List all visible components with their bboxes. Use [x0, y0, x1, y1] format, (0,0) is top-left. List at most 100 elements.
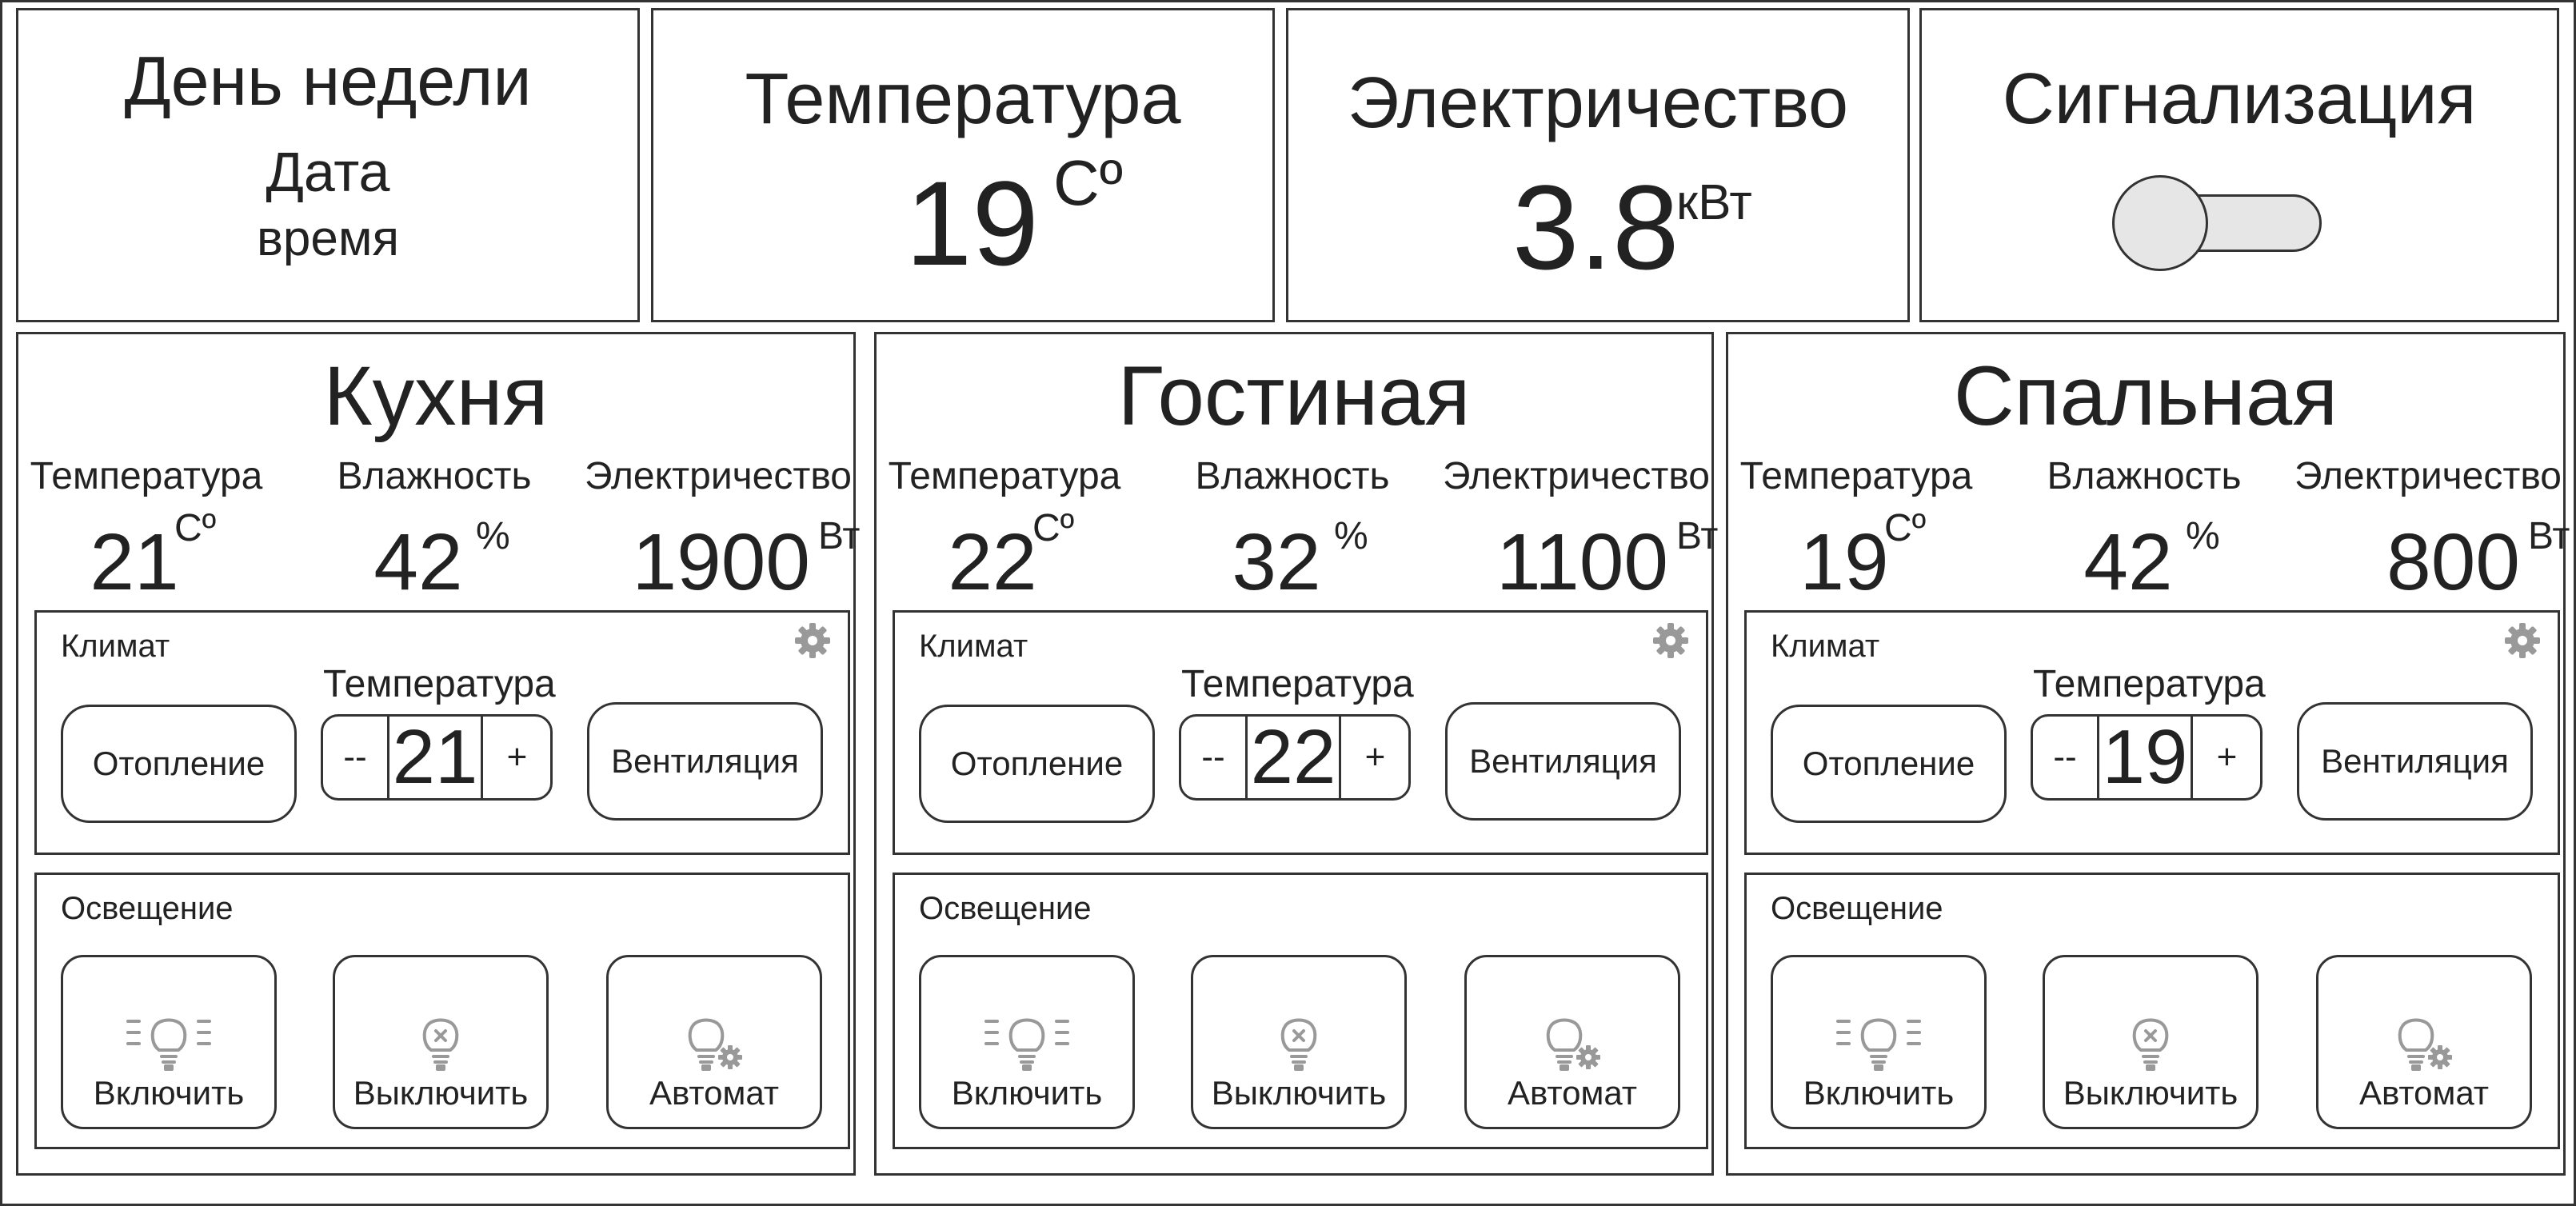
climate-section: Климат Температура Отопление -- 19 + Вен… [1744, 610, 2560, 855]
lightbulb-off-icon [2132, 1018, 2169, 1071]
room-power-value: 1900 [632, 517, 810, 607]
room-power-value: 1100 [1496, 517, 1668, 607]
room-humidity-value: 42 [373, 517, 463, 607]
room-panel: Кухня Температура Влажность Электричеств… [16, 332, 860, 1176]
room-humidity-label: Влажность [337, 455, 532, 497]
light-on-label: Включить [1803, 1074, 1955, 1112]
climate-section: Климат Температура Отопление -- 21 + Вен… [34, 610, 850, 855]
room-title: Кухня [323, 349, 549, 443]
lighting-section: Освещение Включить Выключить Автомат [893, 873, 1708, 1149]
light-on-button[interactable]: Включить [919, 955, 1135, 1129]
light-on-button[interactable]: Включить [1771, 955, 1987, 1129]
setpoint-decrease-button[interactable]: -- [323, 717, 387, 798]
room-power-value: 800 [2386, 517, 2520, 607]
room-power-unit: Вт [818, 515, 861, 557]
lighting-label: Освещение [1771, 891, 1943, 926]
electricity-panel: Электричество 3.8 кВт [1286, 8, 1910, 322]
climate-label: Климат [1771, 629, 1880, 664]
climate-section: Климат Температура Отопление -- 22 + Вен… [893, 610, 1708, 855]
light-on-label: Включить [93, 1074, 245, 1112]
lightbulb-auto-icon [1546, 1018, 1600, 1071]
light-auto-label: Автомат [649, 1074, 780, 1112]
lightbulb-on-icon [1836, 1018, 1921, 1071]
lightbulb-auto-icon [688, 1018, 742, 1071]
room-power-unit: Вт [2528, 515, 2570, 557]
light-auto-label: Автомат [2358, 1074, 2490, 1112]
lightbulb-off-icon [422, 1018, 459, 1071]
light-off-button[interactable]: Выключить [2043, 955, 2258, 1129]
lighting-label: Освещение [61, 891, 234, 926]
light-off-label: Выключить [1211, 1074, 1387, 1112]
room-temperature-label: Температура [1739, 455, 1973, 497]
light-auto-button[interactable]: Автомат [2316, 955, 2532, 1129]
room-temperature-unit: Сº [174, 507, 217, 549]
room-temperature-label: Температура [30, 455, 263, 497]
lighting-section: Освещение Включить Выключить Автомат [34, 873, 850, 1149]
setpoint-stepper[interactable]: -- 22 + [1179, 714, 1411, 801]
setpoint-label: Температура [2033, 663, 2266, 705]
electricity-title: Электричество [1347, 63, 1849, 143]
light-off-button[interactable]: Выключить [333, 955, 549, 1129]
room-panel: Спальная Температура Влажность Электриче… [1726, 332, 2570, 1176]
lighting-label: Освещение [919, 891, 1092, 926]
lighting-section: Освещение Включить Выключить Автомат [1744, 873, 2560, 1149]
setpoint-label: Температура [323, 663, 556, 705]
room-electricity-label: Электричество [2294, 455, 2562, 497]
setpoint-decrease-button[interactable]: -- [2033, 717, 2097, 798]
ventilation-button[interactable]: Вентиляция [587, 702, 823, 821]
heating-button[interactable]: Отопление [1771, 705, 2007, 823]
light-auto-button[interactable]: Автомат [1464, 955, 1680, 1129]
ventilation-button[interactable]: Вентиляция [1445, 702, 1681, 821]
room-electricity-label: Электричество [1443, 455, 1710, 497]
room-power-unit: Вт [1676, 515, 1719, 557]
setpoint-value: 19 [2097, 714, 2193, 800]
room-humidity-unit: % [476, 515, 510, 557]
light-off-button[interactable]: Выключить [1191, 955, 1407, 1129]
setpoint-decrease-button[interactable]: -- [1181, 717, 1245, 798]
lightbulb-on-icon [126, 1018, 211, 1071]
weekday-label: День недели [124, 43, 532, 120]
room-humidity-value: 42 [2083, 517, 2173, 607]
temperature-unit: Сº [1053, 147, 1123, 218]
room-humidity-value: 32 [1232, 517, 1321, 607]
time-label: время [256, 211, 400, 266]
setpoint-value: 21 [387, 714, 483, 800]
light-auto-button[interactable]: Автомат [606, 955, 822, 1129]
room-temperature-label: Температура [888, 455, 1121, 497]
setpoint-increase-button[interactable]: + [1341, 717, 1409, 798]
electricity-value: 3.8 [1512, 160, 1679, 294]
climate-label: Климат [919, 629, 1028, 664]
ventilation-button[interactable]: Вентиляция [2297, 702, 2533, 821]
gear-icon[interactable] [2502, 621, 2542, 661]
room-temperature-unit: Сº [1884, 507, 1927, 549]
room-panel: Гостиная Температура Влажность Электриче… [874, 332, 1718, 1176]
room-humidity-unit: % [2186, 515, 2220, 557]
heating-button[interactable]: Отопление [919, 705, 1155, 823]
room-temperature-unit: Сº [1032, 507, 1075, 549]
room-electricity-label: Электричество [585, 455, 852, 497]
gear-icon[interactable] [1651, 621, 1691, 661]
alarm-panel: Сигнализация [1919, 8, 2559, 322]
room-title: Гостиная [1117, 349, 1471, 443]
light-off-label: Выключить [353, 1074, 529, 1112]
setpoint-increase-button[interactable]: + [2193, 717, 2261, 798]
setpoint-increase-button[interactable]: + [483, 717, 551, 798]
alarm-title: Сигнализация [2002, 59, 2477, 139]
temperature-value: 19 [905, 156, 1039, 290]
alarm-toggle-knob[interactable] [2112, 175, 2208, 271]
setpoint-stepper[interactable]: -- 19 + [2031, 714, 2262, 801]
room-humidity-label: Влажность [2047, 455, 2242, 497]
lightbulb-on-icon [984, 1018, 1069, 1071]
temperature-panel: Температура 19 Сº [651, 8, 1275, 322]
date-label: Дата [266, 141, 390, 203]
light-off-label: Выключить [2063, 1074, 2239, 1112]
lightbulb-auto-icon [2398, 1018, 2452, 1071]
datetime-panel: День недели Дата время [16, 8, 640, 322]
gear-icon[interactable] [793, 621, 833, 661]
heating-button[interactable]: Отопление [61, 705, 297, 823]
setpoint-stepper[interactable]: -- 21 + [321, 714, 553, 801]
room-humidity-unit: % [1334, 515, 1368, 557]
temperature-title: Температура [745, 59, 1181, 139]
light-on-button[interactable]: Включить [61, 955, 277, 1129]
light-on-label: Включить [951, 1074, 1103, 1112]
